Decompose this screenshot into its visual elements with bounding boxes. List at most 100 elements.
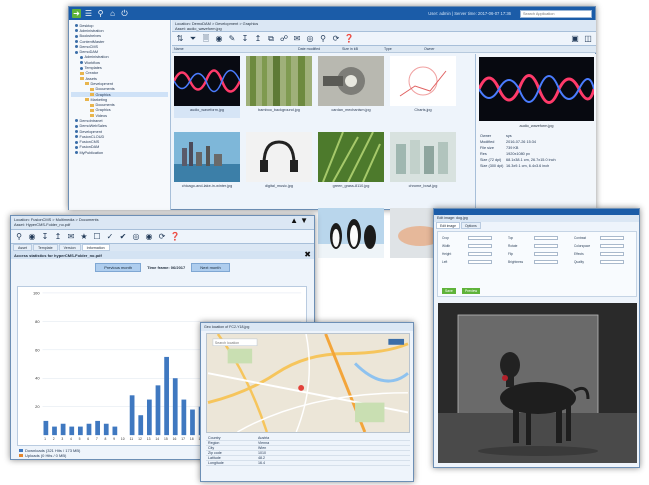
next-month-button[interactable]: Next month	[191, 262, 230, 272]
upload-icon[interactable]: ↥	[253, 34, 263, 44]
geo-key: Country	[208, 436, 221, 440]
tab-edit-image[interactable]: Edit image	[436, 222, 461, 229]
map-view[interactable]: Search location	[206, 333, 410, 433]
form-input[interactable]	[534, 244, 558, 248]
preview-icon[interactable]: 🗏	[201, 34, 211, 44]
sort-icon[interactable]: ⇅	[175, 34, 185, 44]
x-tick-label: 12	[138, 437, 142, 441]
y-tick-label: 100	[33, 290, 40, 295]
tab-version[interactable]: Version	[58, 244, 81, 251]
close-icon[interactable]: ✖	[304, 250, 311, 259]
image-view-icon[interactable]: ▣	[570, 34, 580, 44]
bar-downloads	[181, 399, 187, 436]
thumbnail-item[interactable]: Charts.jpg	[390, 56, 456, 118]
help-icon[interactable]: ❓	[170, 232, 180, 242]
node-icon	[75, 40, 78, 44]
thumbnail-caption: cardan_mechanism.jpg	[331, 108, 371, 112]
tab-asset[interactable]: Asset	[13, 244, 32, 251]
tree-item-label: FusionCMS	[79, 140, 100, 145]
thumbnail-image	[246, 56, 312, 106]
zoom-icon[interactable]: ⚲	[14, 232, 24, 242]
thumbnail-item[interactable]: chicago-and-lake-in-winter.jpg	[174, 132, 240, 194]
form-input[interactable]	[468, 244, 492, 248]
thumbnail-item[interactable]: chrome_bowl.jpg	[390, 132, 456, 194]
filter-icon[interactable]: ⏷	[188, 34, 198, 44]
globe-alt-icon[interactable]: ◉	[144, 232, 154, 242]
form-input[interactable]	[468, 236, 492, 240]
refresh-icon[interactable]: ⟳	[331, 34, 341, 44]
sidebar-toggle-icon[interactable]: ◫	[583, 34, 593, 44]
menu-icon[interactable]: ☰	[84, 9, 93, 18]
help-icon[interactable]: ❓	[344, 34, 354, 44]
col-owner[interactable]: Owner	[424, 47, 435, 51]
col-date[interactable]: Date modified	[298, 47, 320, 51]
form-input[interactable]	[600, 252, 624, 256]
col-type[interactable]: Type	[384, 47, 392, 51]
tree-item-label: MyPublication	[79, 150, 104, 155]
tree-item-label: Bookshelves	[79, 34, 102, 39]
search-input[interactable]	[520, 9, 592, 18]
tab-template[interactable]: Template	[33, 244, 58, 251]
minimize-arrows-icon[interactable]: ▲▼	[290, 217, 310, 225]
save-button[interactable]: Save	[442, 288, 456, 294]
search-icon[interactable]: ⚲	[96, 9, 105, 18]
previous-month-button[interactable]: Previous month	[95, 262, 142, 272]
home-icon[interactable]: ⌂	[108, 9, 117, 18]
node-icon	[75, 124, 78, 128]
form-input[interactable]	[600, 244, 624, 248]
form-input[interactable]	[468, 252, 492, 256]
tab-options[interactable]: Options	[461, 222, 481, 229]
metadata-value: 1920x1080 px	[506, 152, 530, 156]
power-icon[interactable]: ⏻	[120, 9, 129, 18]
form-input[interactable]	[534, 260, 558, 264]
mail-icon[interactable]: ✉	[292, 34, 302, 44]
tree-item-label: FusionCLOUD	[79, 134, 105, 139]
x-tick-label: 8	[105, 437, 107, 441]
x-tick-label: 18	[190, 437, 194, 441]
col-size[interactable]: Size in kB	[342, 47, 358, 51]
form-input[interactable]	[600, 236, 624, 240]
top-bar: ➜ ☰ ⚲ ⌂ ⏻ User: admin | Server time: 201…	[69, 7, 595, 20]
preview-button[interactable]: Preview	[462, 288, 481, 294]
upload-icon[interactable]: ↥	[53, 232, 63, 242]
mail-icon[interactable]: ✉	[66, 232, 76, 242]
image-editor-window: Edit image: dog.jpg Edit image Options C…	[433, 208, 640, 468]
check-icon[interactable]: ✓	[105, 232, 115, 242]
thumbnail-item[interactable]: audio_waveform.jpg	[174, 56, 240, 118]
map-search[interactable]: Search location	[215, 341, 239, 345]
refresh-icon[interactable]: ⟳	[157, 232, 167, 242]
star-icon[interactable]: ★	[79, 232, 89, 242]
checkmark-icon[interactable]: ✔	[118, 232, 128, 242]
form-label: Brightness	[508, 260, 524, 264]
thumbnail-item[interactable]: green_grass-8110.jpg	[318, 132, 384, 194]
thumbnail-item[interactable]: digital_music.jpg	[246, 132, 312, 194]
tab-information[interactable]: Information	[81, 244, 110, 251]
lock-icon[interactable]: ☐	[92, 232, 102, 242]
col-name[interactable]: Name	[174, 47, 184, 51]
download-icon[interactable]: ↧	[40, 232, 50, 242]
tree-item-label: Desktop	[79, 23, 94, 28]
form-input[interactable]	[600, 260, 624, 264]
thumbnail-image	[318, 132, 384, 182]
thumbnail-item[interactable]: bamboo_background.jpg	[246, 56, 312, 118]
copy-icon[interactable]: ⧉	[266, 34, 276, 44]
globe-icon[interactable]: ◎	[131, 232, 141, 242]
form-input[interactable]	[534, 252, 558, 256]
form-input[interactable]	[468, 260, 492, 264]
arrow-right-icon[interactable]: ➜	[72, 9, 81, 18]
form-input[interactable]	[534, 236, 558, 240]
geo-value: Austria	[258, 436, 270, 440]
thumbnail-item[interactable]	[318, 208, 384, 270]
zoom-icon[interactable]: ⚲	[318, 34, 328, 44]
view-icon[interactable]: ◉	[214, 34, 224, 44]
publish-icon[interactable]: ☍	[279, 34, 289, 44]
folder-icon	[85, 82, 89, 86]
view-icon[interactable]: ◉	[27, 232, 37, 242]
globe-icon[interactable]: ◎	[305, 34, 315, 44]
thumbnail-item[interactable]: cardan_mechanism.jpg	[318, 56, 384, 118]
metadata-key: File size	[480, 146, 494, 150]
tree-item-label: Videos	[95, 113, 108, 118]
download-icon[interactable]: ↧	[240, 34, 250, 44]
tree-item[interactable]: MyPublication	[71, 150, 168, 155]
edit-icon[interactable]: ✎	[227, 34, 237, 44]
